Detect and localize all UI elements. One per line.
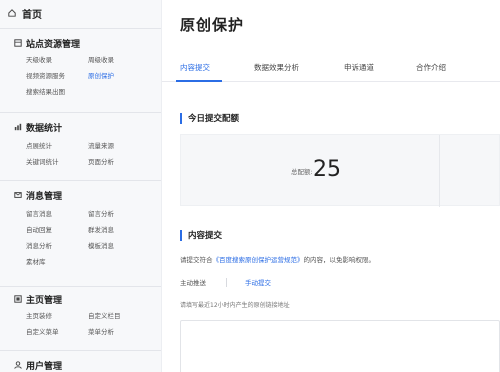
sidebar-item-page-analysis[interactable]: 页面分析 [88,156,114,168]
sidebar-home-label: 首页 [22,9,42,21]
content-submit-heading: 内容提交 [180,229,222,241]
sidebar-item-traffic-source[interactable]: 流量来源 [88,140,114,152]
textarea-hint: 请填写最近12小时内产生的原创链接地址 [180,302,290,309]
today-quota-title: 今日提交配额 [188,114,240,124]
user-icon [14,361,22,369]
homepage-icon [14,295,22,303]
sidebar-item-original-protection[interactable]: 原创保护 [88,70,114,82]
note-suffix: 的内容，以免影响权限。 [303,256,376,264]
tab-appeal-channel[interactable]: 申诉通道 [344,62,374,73]
sidebar-item-template-messages[interactable]: 模板消息 [88,240,114,252]
divider [0,180,161,181]
divider [0,28,161,29]
sidebar-item-custom-menu[interactable]: 自定义菜单 [26,326,59,338]
main-content: 原创保护 内容提交 数据效果分析 申诉通道 合作介绍 今日提交配额 总配额: 2… [162,0,500,372]
sidebar-item-comments[interactable]: 留言消息 [26,208,52,220]
section-title-label: 消息管理 [26,191,63,202]
sidebar-item-homepage-decoration[interactable]: 主页装修 [26,310,52,322]
divider [0,350,161,351]
section-title-label: 主页管理 [26,295,63,306]
sidebar-item-custom-columns[interactable]: 自定义栏目 [88,310,121,322]
quota-stats-box: 总配额: 25 [180,134,500,207]
sidebar-item-material-library[interactable]: 素材库 [26,256,46,268]
guidelines-link[interactable]: 《百度搜索原创保护运营规范》 [213,256,304,264]
sidebar-section-title[interactable]: 数据统计 [14,120,63,134]
sidebar-item-click-stats[interactable]: 点展统计 [26,140,52,152]
section-title-label: 站点资源管理 [26,39,81,50]
manual-submit-option[interactable]: 手动提交 [245,277,271,287]
sidebar-item-keyword-stats[interactable]: 关键词统计 [26,156,59,168]
section-accent-bar [180,229,182,241]
tab-data-analysis[interactable]: 数据效果分析 [254,62,299,73]
total-quota-value: 25 [313,157,341,182]
sidebar-item-video-service[interactable]: 视频资源服务 [26,70,65,82]
note-prefix: 请提交符合 [180,256,213,264]
sidebar-section-title[interactable]: 主页管理 [14,292,63,306]
site-icon [14,39,22,47]
sidebar-section-title[interactable]: 用户管理 [14,358,63,372]
auto-push-option[interactable]: 主动推送 [180,277,206,287]
stats-icon [14,123,22,131]
sidebar-home[interactable]: 首页 [8,4,42,22]
submit-mode-row: 主动推送 手动提交 [180,276,271,288]
home-icon [8,9,16,17]
tab-cooperation[interactable]: 合作介绍 [416,62,446,73]
stats-divider [439,135,440,207]
sidebar-item-message-analysis[interactable]: 消息分析 [26,240,52,252]
sidebar-section-title[interactable]: 消息管理 [14,188,63,202]
sidebar-section-title[interactable]: 站点资源管理 [14,36,81,50]
page-title: 原创保护 [180,16,245,34]
submission-note: 请提交符合《百度搜索原创保护运营规范》的内容，以免影响权限。 [180,254,375,264]
sidebar: 首页 站点资源管理 天级收录 周级收录 视频资源服务 原创保护 搜索结果出图 数… [0,0,162,372]
content-submit-title: 内容提交 [188,231,223,241]
sidebar-item-menu-analysis[interactable]: 菜单分析 [88,326,114,338]
section-title-label: 数据统计 [26,123,63,134]
section-accent-bar [180,112,182,124]
divider [0,286,161,287]
sidebar-item-broadcast[interactable]: 群发消息 [88,224,114,236]
today-quota-heading: 今日提交配额 [180,112,239,124]
mode-separator [226,277,227,287]
sidebar-item-search-images[interactable]: 搜索结果出图 [26,86,65,98]
sidebar-item-comment-analysis[interactable]: 留言分析 [88,208,114,220]
total-quota-label: 总配额: [291,168,313,176]
message-icon [14,192,22,198]
sidebar-item-auto-reply[interactable]: 自动回复 [26,224,52,236]
url-textarea[interactable] [180,320,500,372]
divider [0,112,161,113]
tab-content-submit[interactable]: 内容提交 [180,62,210,73]
tab-bar: 内容提交 数据效果分析 申诉通道 合作介绍 [162,56,500,82]
sidebar-item-weekly-index[interactable]: 周级收录 [88,54,114,66]
sidebar-item-daily-index[interactable]: 天级收录 [26,54,52,66]
active-tab-indicator [176,80,222,82]
section-title-label: 用户管理 [26,361,63,372]
